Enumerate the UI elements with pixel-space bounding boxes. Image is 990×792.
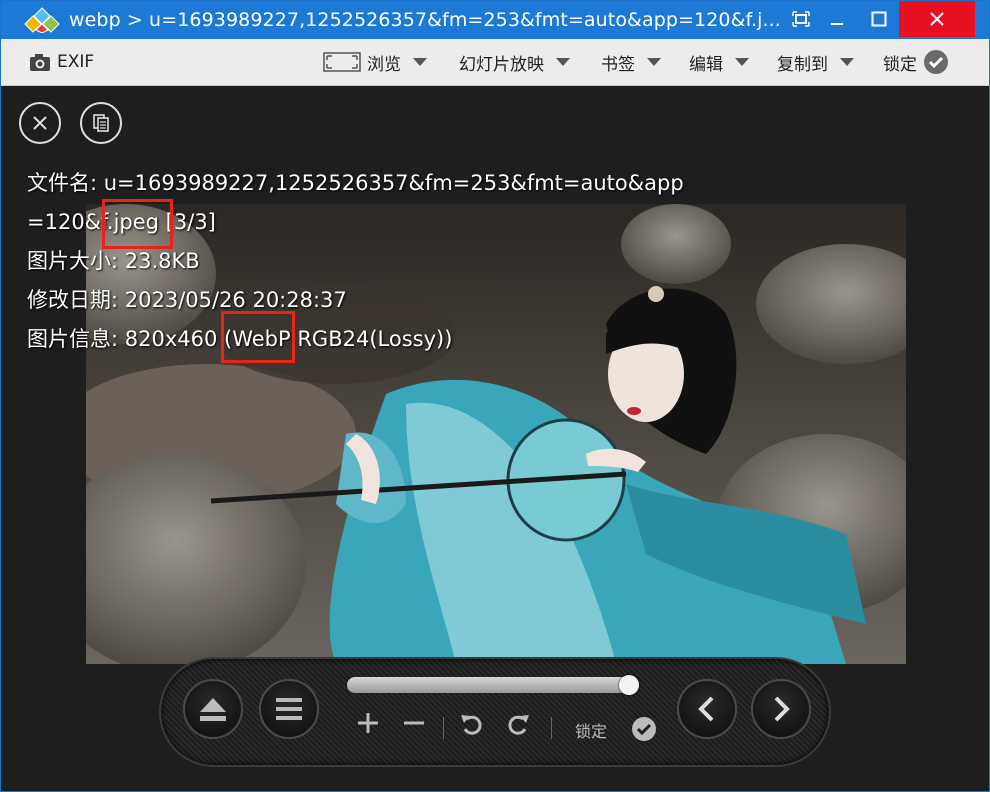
rotate-right-button[interactable]: [503, 711, 533, 737]
image-details: 图片信息: 820x460 (WebP RGB24(Lossy)): [27, 327, 453, 351]
image-viewer-window: webp > u=1693989227,1252526357&fm=253&fm…: [0, 0, 990, 792]
chevron-left-icon: [698, 696, 714, 722]
check-circle-icon[interactable]: [631, 716, 657, 742]
toolbar: EXIF 浏览 幻灯片放映 书签 编辑 复制到 锁定: [1, 39, 989, 86]
lock-button[interactable]: 锁定: [883, 39, 949, 85]
browse-icon: [323, 52, 361, 72]
eject-icon: [200, 698, 226, 721]
chevron-down-icon: [735, 58, 749, 66]
control-bar: 锁定: [159, 657, 831, 767]
minimize-icon: [831, 23, 843, 25]
chevron-down-icon: [556, 58, 570, 66]
rotate-left-button[interactable]: [457, 711, 487, 737]
maximize-button[interactable]: [859, 1, 899, 37]
rotate-left-icon: [461, 715, 482, 735]
maximize-icon: [871, 11, 887, 27]
file-info: 文件名: u=1693989227,1252526357&fm=253&fmt=…: [27, 164, 684, 359]
modified-date: 修改日期: 2023/05/26 20:28:37: [27, 288, 347, 312]
zoom-in-icon: [358, 713, 378, 733]
chevron-down-icon: [840, 58, 854, 66]
close-icon: [930, 12, 944, 26]
separator: [443, 717, 444, 739]
check-circle-icon: [924, 50, 948, 74]
menu-button[interactable]: [259, 679, 319, 739]
previous-button[interactable]: [677, 679, 737, 739]
zoom-in-button[interactable]: [353, 711, 383, 735]
jpeg-extension-highlight: [102, 199, 173, 249]
slideshow-label: 幻灯片放映: [459, 54, 544, 75]
browse-label: 浏览: [367, 54, 401, 75]
eject-button[interactable]: [183, 679, 243, 739]
copy-to-menu[interactable]: 复制到: [777, 39, 854, 85]
separator: [551, 717, 552, 739]
close-window-button[interactable]: [899, 1, 975, 37]
camera-icon: [30, 54, 50, 71]
chevron-down-icon: [647, 58, 661, 66]
fullscreen-icon: [792, 11, 810, 27]
exif-label: EXIF: [57, 52, 95, 72]
fullscreen-button[interactable]: [781, 1, 821, 37]
lock-label[interactable]: 锁定: [575, 718, 607, 742]
bookmark-menu[interactable]: 书签: [601, 39, 661, 85]
lock-label: 锁定: [883, 54, 917, 75]
edit-menu[interactable]: 编辑: [689, 39, 749, 85]
webp-format-highlight: [221, 311, 295, 363]
copy-icon: [93, 114, 109, 132]
zoom-out-icon: [404, 721, 424, 725]
zoom-out-button[interactable]: [399, 711, 429, 735]
slideshow-menu[interactable]: 幻灯片放映: [459, 39, 570, 85]
app-logo-icon: [24, 7, 60, 33]
edit-label: 编辑: [689, 54, 723, 75]
next-button[interactable]: [751, 679, 811, 739]
browse-menu[interactable]: 浏览: [323, 39, 427, 85]
rotate-right-icon: [508, 715, 529, 735]
bookmark-label: 书签: [601, 54, 635, 75]
slider-thumb[interactable]: [619, 675, 639, 695]
exif-button[interactable]: EXIF: [29, 39, 94, 85]
title-bar: webp > u=1693989227,1252526357&fm=253&fm…: [1, 1, 989, 39]
copy-info-button[interactable]: [80, 102, 122, 144]
minimize-button[interactable]: [817, 1, 857, 37]
zoom-slider[interactable]: [347, 675, 639, 695]
menu-icon: [276, 698, 302, 720]
copy-to-label: 复制到: [777, 54, 828, 75]
chevron-right-icon: [774, 696, 790, 722]
window-title: webp > u=1693989227,1252526357&fm=253&fm…: [69, 9, 781, 31]
chevron-down-icon: [413, 58, 427, 66]
close-icon: [33, 116, 47, 130]
image-viewer: 文件名: u=1693989227,1252526357&fm=253&fmt=…: [9, 86, 981, 784]
filename-line-1: 文件名: u=1693989227,1252526357&fm=253&fmt=…: [27, 171, 684, 195]
close-info-button[interactable]: [19, 102, 61, 144]
